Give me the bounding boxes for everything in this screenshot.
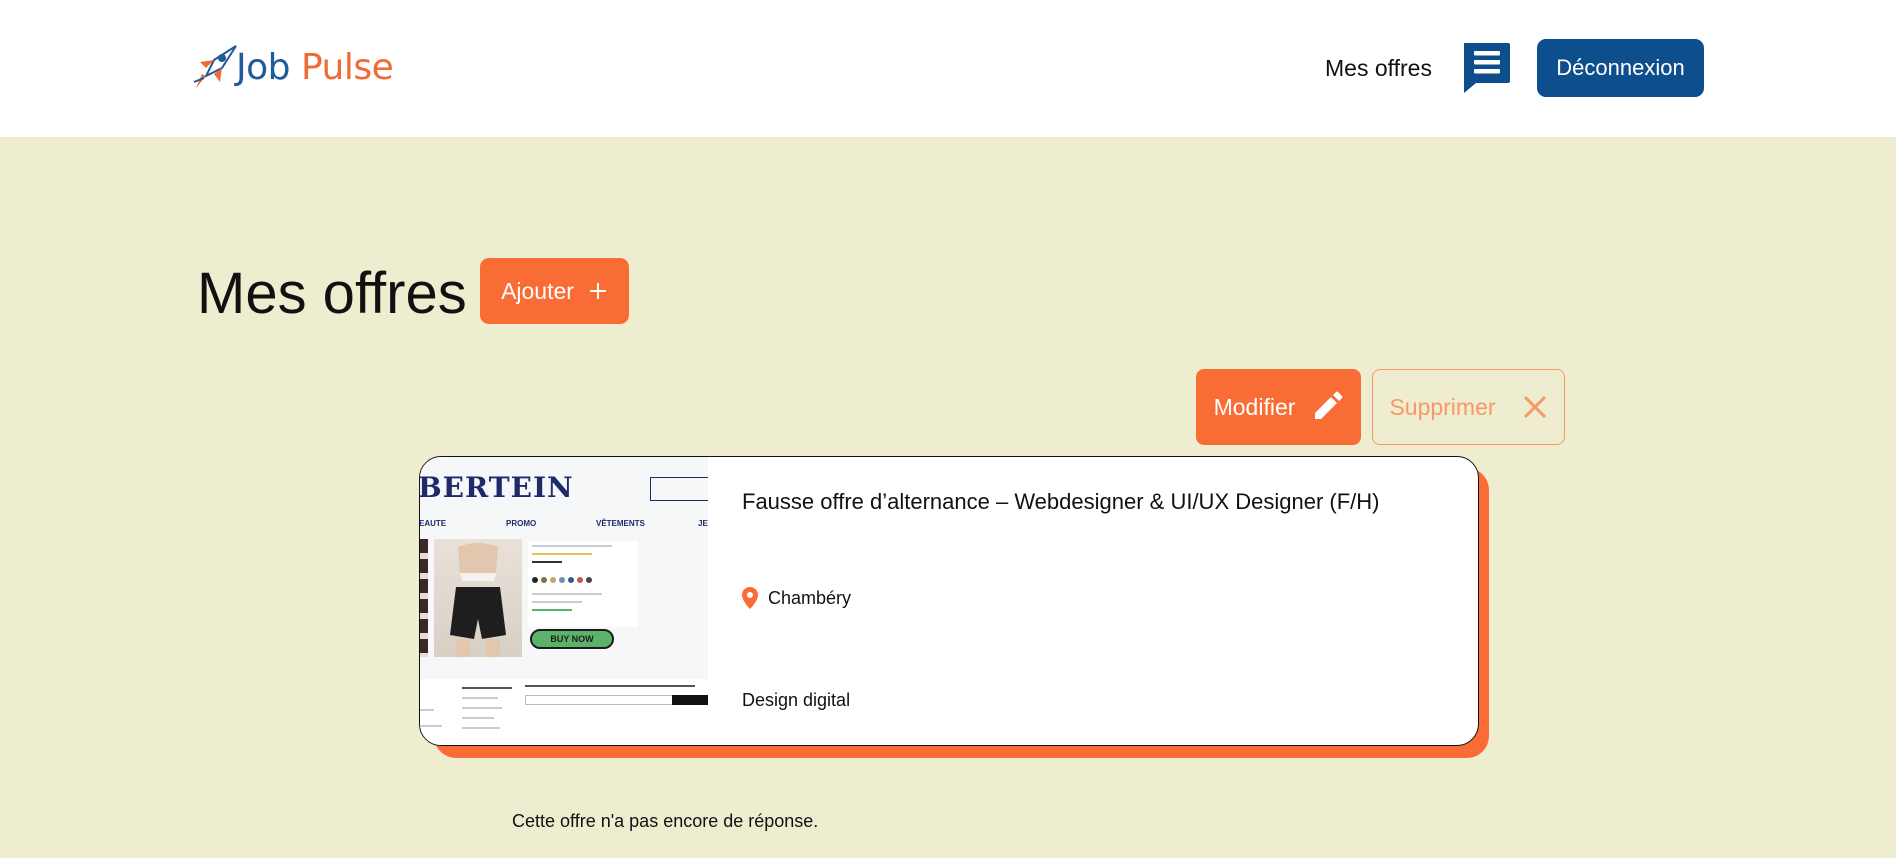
offer-location-label: Chambéry (768, 587, 852, 608)
messages-button[interactable] (1460, 41, 1512, 93)
offer-card[interactable]: BERTEIN EAUTE PROMO VÊTEMENTS JE BUY NOW… (419, 456, 1479, 746)
thumbnail-buy-now: BUY NOW (530, 629, 614, 649)
delete-offer-button[interactable]: Supprimer (1372, 369, 1565, 445)
thumbnail-nav-item: EAUTE (420, 519, 447, 528)
location-pin-icon (742, 587, 758, 609)
pencil-icon (1315, 391, 1343, 419)
thumbnail-side-strip (420, 539, 428, 657)
add-offer-button[interactable]: Ajouter (480, 258, 629, 324)
logo-text-pulse: Pulse (300, 46, 394, 88)
top-header: Job Pulse Mes offres Déconnexion (0, 0, 1896, 137)
thumbnail-email-input (525, 695, 673, 705)
logout-button[interactable]: Déconnexion (1537, 39, 1704, 97)
delete-offer-label: Supprimer (1389, 393, 1496, 420)
offer-category: Design digital (742, 690, 851, 710)
thumbnail-nav-item: PROMO (506, 519, 537, 528)
plus-icon (589, 283, 606, 299)
logo-text-job: Job (236, 46, 291, 88)
close-icon (1523, 395, 1546, 419)
edit-offer-label: Modifier (1213, 393, 1296, 420)
thumbnail-nav-item: VÊTEMENTS (596, 519, 645, 528)
thumbnail-product-photo (434, 539, 522, 657)
offer-location: Chambéry (742, 587, 851, 609)
nav-mes-offres[interactable]: Mes offres (1325, 55, 1432, 82)
rocket-icon (193, 45, 237, 88)
add-offer-label: Ajouter (501, 277, 574, 304)
offer-status-text: Cette offre n'a pas encore de réponse. (512, 811, 819, 831)
offer-thumbnail: BERTEIN EAUTE PROMO VÊTEMENTS JE BUY NOW (420, 457, 708, 745)
thumbnail-search-box (650, 477, 708, 501)
edit-offer-button[interactable]: Modifier (1196, 369, 1361, 445)
page-title: Mes offres (197, 261, 467, 326)
chat-bubble-icon (1464, 43, 1510, 93)
thumbnail-brand: BERTEIN (420, 471, 574, 504)
thumbnail-footer (420, 679, 708, 745)
thumbnail-submit-button (672, 695, 708, 705)
thumbnail-nav-item: JE (698, 519, 708, 528)
thumbnail-product-panel (528, 541, 638, 627)
offer-title: Fausse offre d’alternance – Webdesigner … (742, 489, 1380, 514)
job-pulse-logo[interactable]: Job Pulse (192, 42, 394, 92)
